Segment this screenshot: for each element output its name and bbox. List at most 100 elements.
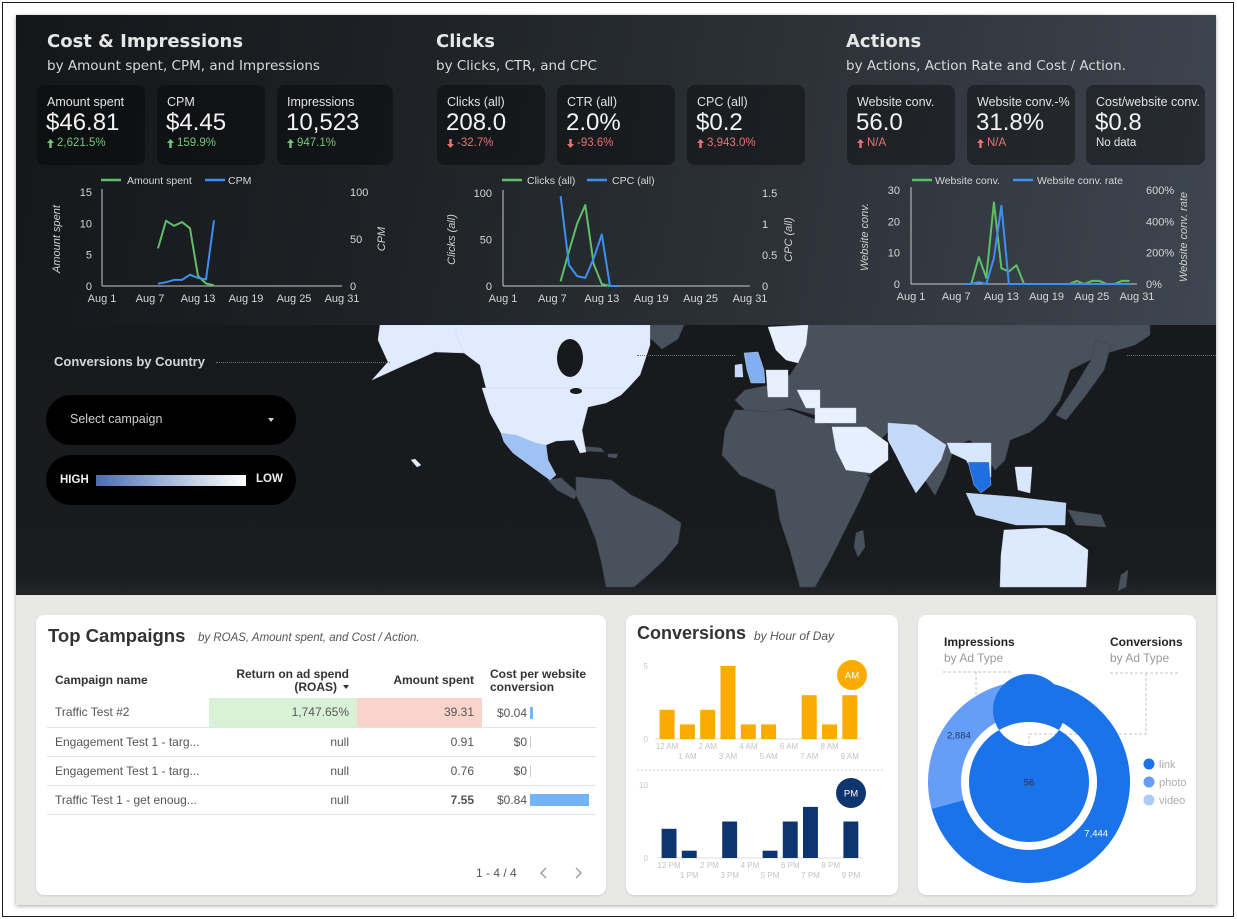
scorecard-delta: -93.6% — [567, 137, 613, 149]
cell-campaign-name: Traffic Test 1 - get enoug... — [47, 785, 209, 815]
y-tick-label: 0 — [644, 735, 649, 744]
y-left-axis-title: Clicks (all) — [446, 214, 458, 265]
country-united-states-alaska[interactable] — [371, 325, 465, 381]
x-tick-label: Aug 25 — [1074, 291, 1109, 303]
bar-5-pm[interactable] — [762, 850, 778, 858]
table-row[interactable]: Traffic Test #2 1,747.65% 39.31 $0.04 — [47, 698, 596, 728]
arrow-up-icon — [977, 138, 984, 148]
bar-9-am[interactable] — [842, 695, 858, 739]
cell-cost-per-conversion: $0.84 — [482, 785, 596, 815]
cell-campaign-name: Engagement Test 1 - targ... — [47, 756, 209, 786]
impressions-ring-title: Impressions — [944, 635, 1015, 649]
legend-label[interactable]: link — [1159, 759, 1176, 771]
x-tick-label: 6 AM — [780, 742, 799, 751]
conversions-by-hour-chart[interactable]: 0512 AM1 AM2 AM3 AM4 AM5 AM6 AM7 AM8 AM9… — [626, 615, 898, 895]
column-header-cost-per-conversion[interactable]: Cost per website conversion — [482, 663, 596, 698]
section-title-cost-impressions: Cost & Impressions — [47, 31, 244, 52]
bar-7-am[interactable] — [801, 695, 817, 739]
top-campaigns-subtitle: by ROAS, Amount spent, and Cost / Action… — [198, 632, 420, 644]
scorecard-cost-per-website-conv[interactable]: Cost/website conv. $0.8 No data — [1086, 85, 1205, 165]
legend-label[interactable]: Website conv. rate — [1037, 175, 1123, 187]
bar-9-pm[interactable] — [843, 821, 859, 859]
sort-descending-icon — [343, 685, 349, 690]
column-header-label: Return on ad spend (ROAS) — [236, 666, 349, 694]
bar-12-am[interactable] — [659, 709, 675, 739]
x-tick-label: 12 AM — [656, 742, 679, 751]
x-tick-label: 7 PM — [801, 871, 820, 880]
legend-label[interactable]: Amount spent — [127, 175, 192, 187]
chevron-left-icon[interactable] — [539, 867, 549, 879]
x-tick-label: 6 PM — [781, 861, 800, 870]
cell-amount-spent: 39.31 — [357, 698, 482, 728]
scorecard-amount-spent[interactable]: Amount spent $46.81 2,621.5% — [37, 85, 145, 165]
country-canada[interactable] — [455, 325, 651, 389]
legend-label[interactable]: photo — [1159, 777, 1187, 789]
cell-cost-per-conversion: $0 — [482, 756, 596, 786]
cost-bar — [530, 735, 531, 748]
scorecard-delta: 2,621.5% — [47, 137, 106, 149]
scorecard-cpc[interactable]: CPC (all) $0.2 3,943.0% — [687, 85, 805, 165]
series-line-website-conv-rate[interactable] — [963, 204, 1130, 285]
am-badge-label: AM — [845, 671, 859, 682]
legend-label[interactable]: CPM — [228, 175, 251, 187]
x-tick-label: 8 PM — [821, 861, 840, 870]
scorecard-ctr[interactable]: CTR (all) 2.0% -93.6% — [557, 85, 675, 165]
cost-value: $0 — [513, 763, 527, 778]
bar-2-am[interactable] — [700, 709, 716, 739]
scorecard-value: 31.8% — [976, 109, 1045, 136]
country-united-kingdom[interactable] — [743, 351, 766, 384]
scorecard-website-conv-rate[interactable]: Website conv.-% 31.8% N/A — [967, 85, 1075, 165]
country-united-states-hawaii[interactable] — [410, 458, 422, 468]
actions-trend-chart[interactable]: 0 10 20 30 0% 200% 400% 600% Aug 1 Aug 7 Aug 13 Aug… — [850, 170, 1216, 310]
country-philippines[interactable] — [1014, 466, 1033, 494]
cost-value: $0 — [513, 734, 527, 749]
scorecard-website-conv[interactable]: Website conv. 56.0 N/A — [847, 85, 955, 165]
bar-3-pm[interactable] — [722, 821, 738, 859]
legend-label[interactable]: CPC (all) — [612, 175, 655, 187]
bar-6-pm[interactable] — [782, 821, 798, 859]
series-line-website-conv[interactable] — [963, 201, 1130, 285]
country-indonesia[interactable] — [965, 492, 1067, 526]
column-header-label: Campaign name — [55, 673, 148, 687]
y-right-tick-label: 0.5 — [762, 250, 777, 262]
chevron-right-icon[interactable] — [573, 867, 583, 879]
cell-amount-spent: 0.76 — [357, 756, 482, 786]
series-line-cpm[interactable] — [157, 220, 215, 285]
country-united-states[interactable] — [481, 387, 629, 454]
section-title-clicks: Clicks — [436, 31, 495, 52]
country-germany[interactable] — [765, 369, 789, 398]
country-turkey[interactable] — [814, 407, 857, 424]
bar-3-am[interactable] — [720, 666, 736, 739]
arrow-up-icon — [857, 138, 864, 148]
bar-8-am[interactable] — [822, 724, 837, 739]
bar-12-pm[interactable] — [661, 828, 677, 858]
scorecard-impressions[interactable]: Impressions 10,523 947.1% — [277, 85, 393, 165]
bar-1-pm[interactable] — [681, 850, 697, 858]
bar-5-am[interactable] — [761, 724, 777, 739]
clicks-trend-chart[interactable]: 0 50 100 0 0.5 1 1.5 Aug 1 Aug 7 Aug 13 Aug 19 Aug … — [440, 170, 820, 310]
cost-impressions-trend-chart[interactable]: 0 5 10 15 0 50 100 Aug 1 Aug 7 Aug 13 Aug 19 Aug 25… — [40, 170, 420, 310]
data-label: 2,884 — [947, 730, 971, 741]
table-row[interactable]: Engagement Test 1 - targ... null 0.91 $0 — [47, 727, 596, 757]
scorecard-clicks[interactable]: Clicks (all) 208.0 -32.7% — [437, 85, 545, 165]
bar-7-pm[interactable] — [803, 806, 818, 858]
bar-4-am[interactable] — [740, 724, 756, 739]
campaign-select[interactable]: Select campaign — [46, 395, 296, 445]
cell-cost-per-conversion: $0 — [482, 727, 596, 757]
country-australia[interactable] — [999, 527, 1089, 588]
country-thailand[interactable] — [967, 461, 992, 494]
column-header-campaign-name[interactable]: Campaign name — [47, 663, 209, 698]
bar-1-am[interactable] — [679, 724, 695, 739]
table-row[interactable]: Traffic Test 1 - get enoug... null 7.55 … — [47, 785, 596, 815]
column-header-roas[interactable]: Return on ad spend (ROAS) — [209, 663, 357, 698]
scorecard-cpm[interactable]: CPM $4.45 159.9% — [157, 85, 265, 165]
legend-label[interactable]: Clicks (all) — [527, 175, 575, 187]
y-right-axis-title: CPM — [376, 226, 388, 251]
legend-label[interactable]: Website conv. — [935, 175, 1000, 187]
scorecard-delta: 159.9% — [167, 137, 216, 149]
table-row[interactable]: Engagement Test 1 - targ... null 0.76 $0 — [47, 756, 596, 786]
impressions-ring-subtitle: by Ad Type — [944, 651, 1004, 665]
country-ireland[interactable] — [734, 363, 744, 378]
column-header-amount-spent[interactable]: Amount spent — [357, 663, 482, 698]
legend-label[interactable]: video — [1159, 795, 1185, 807]
